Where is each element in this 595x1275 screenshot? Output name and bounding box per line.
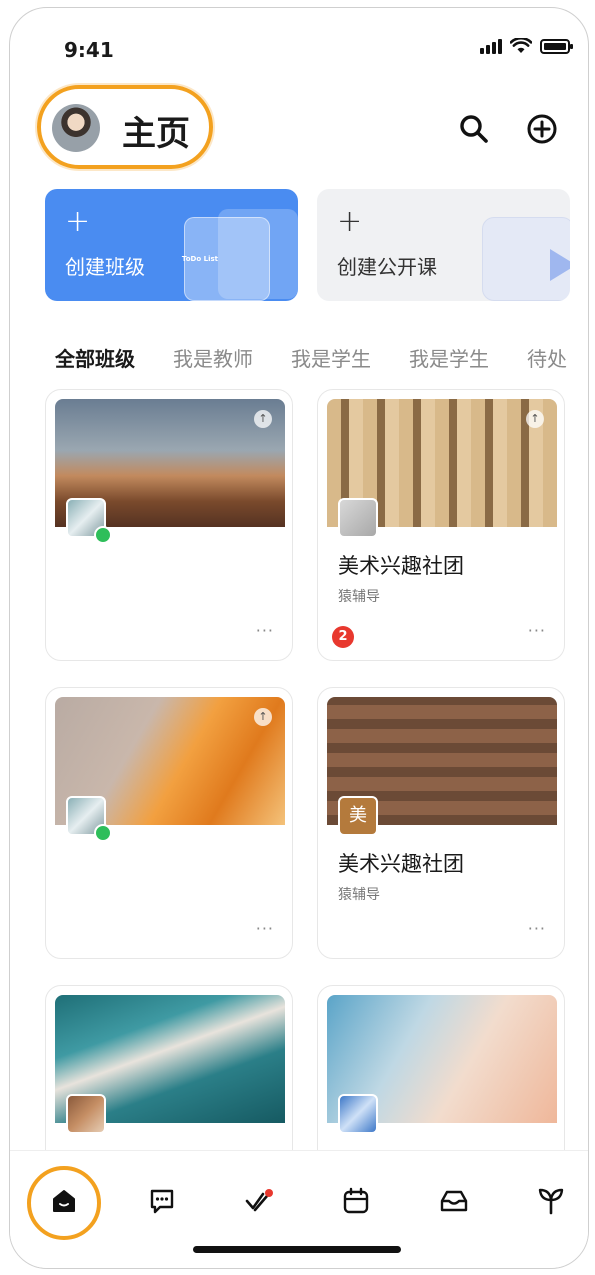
home-indicator[interactable] (193, 1246, 401, 1253)
online-status-icon (94, 824, 112, 842)
create-open-course-card[interactable]: + 创建公开课 (317, 189, 570, 301)
class-thumbnail (338, 498, 378, 538)
tab-growth[interactable] (531, 1181, 571, 1221)
class-card[interactable]: 美 美术兴趣社团 猿辅导 ··· (317, 687, 565, 959)
class-thumbnail: 美 (338, 796, 378, 836)
class-card[interactable]: ↑ 美术兴趣社团 猿辅导 2 ··· (317, 389, 565, 661)
class-name: 美术兴趣社团 (338, 852, 464, 876)
tab-messages[interactable] (142, 1181, 182, 1221)
inbox-icon (440, 1190, 468, 1212)
sprout-icon (538, 1188, 564, 1215)
create-class-label: 创建班级 (65, 255, 145, 279)
class-card[interactable]: ↑ ··· (45, 687, 293, 959)
class-thumbnail (66, 1094, 106, 1134)
tab-tasks[interactable] (239, 1181, 279, 1221)
tab-student-2[interactable]: 我是学生 (409, 343, 489, 372)
play-icon (550, 249, 570, 281)
tab-student[interactable]: 我是学生 (291, 343, 371, 372)
tab-teacher[interactable]: 我是教师 (173, 343, 253, 372)
tab-inbox[interactable] (434, 1181, 474, 1221)
battery-icon (540, 38, 573, 54)
create-class-card[interactable]: ToDo List + 创建班级 (45, 189, 298, 301)
status-time: 9:41 (64, 38, 114, 62)
cellular-signal-icon (480, 38, 502, 54)
class-card[interactable]: ↑ ··· (45, 389, 293, 661)
online-status-icon (94, 526, 112, 544)
more-options-button[interactable]: ··· (528, 621, 546, 640)
class-name: 美术兴趣社团 (338, 554, 464, 578)
class-thumbnail (338, 1094, 378, 1134)
task-check-icon (245, 1189, 273, 1212)
tab-home[interactable] (44, 1181, 84, 1221)
wifi-icon (510, 38, 532, 53)
tab-calendar[interactable] (336, 1181, 376, 1221)
class-org: 猿辅导 (338, 887, 380, 903)
status-icons (480, 38, 573, 54)
page-title: 主页 (122, 114, 190, 154)
more-options-button[interactable]: ··· (528, 919, 546, 938)
pin-top-icon[interactable]: ↑ (254, 708, 272, 726)
phone-frame: 9:41 主页 ToDo List + 创建班级 + 创建公开课 全部班级 我是… (9, 7, 589, 1269)
calendar-icon (343, 1187, 369, 1214)
home-icon (53, 1190, 75, 1212)
more-options-button[interactable]: ··· (256, 919, 274, 938)
avatar[interactable] (52, 104, 100, 152)
plus-circle-icon[interactable] (525, 112, 559, 146)
pin-top-icon[interactable]: ↑ (526, 410, 544, 428)
plus-icon: + (65, 204, 91, 239)
unread-badge: 2 (332, 626, 354, 648)
tab-all-classes[interactable]: 全部班级 (55, 343, 135, 372)
todo-list-text: ToDo List (181, 255, 218, 263)
plus-icon: + (337, 204, 363, 239)
chat-bubble-icon (150, 1189, 174, 1214)
create-open-course-label: 创建公开课 (337, 255, 437, 279)
pin-top-icon[interactable]: ↑ (254, 410, 272, 428)
class-filter-tabs: 全部班级 我是教师 我是学生 我是学生 待处 (55, 343, 588, 372)
tab-pending[interactable]: 待处 (527, 343, 567, 372)
search-icon[interactable] (457, 112, 491, 146)
more-options-button[interactable]: ··· (256, 621, 274, 640)
class-org: 猿辅导 (338, 589, 380, 605)
